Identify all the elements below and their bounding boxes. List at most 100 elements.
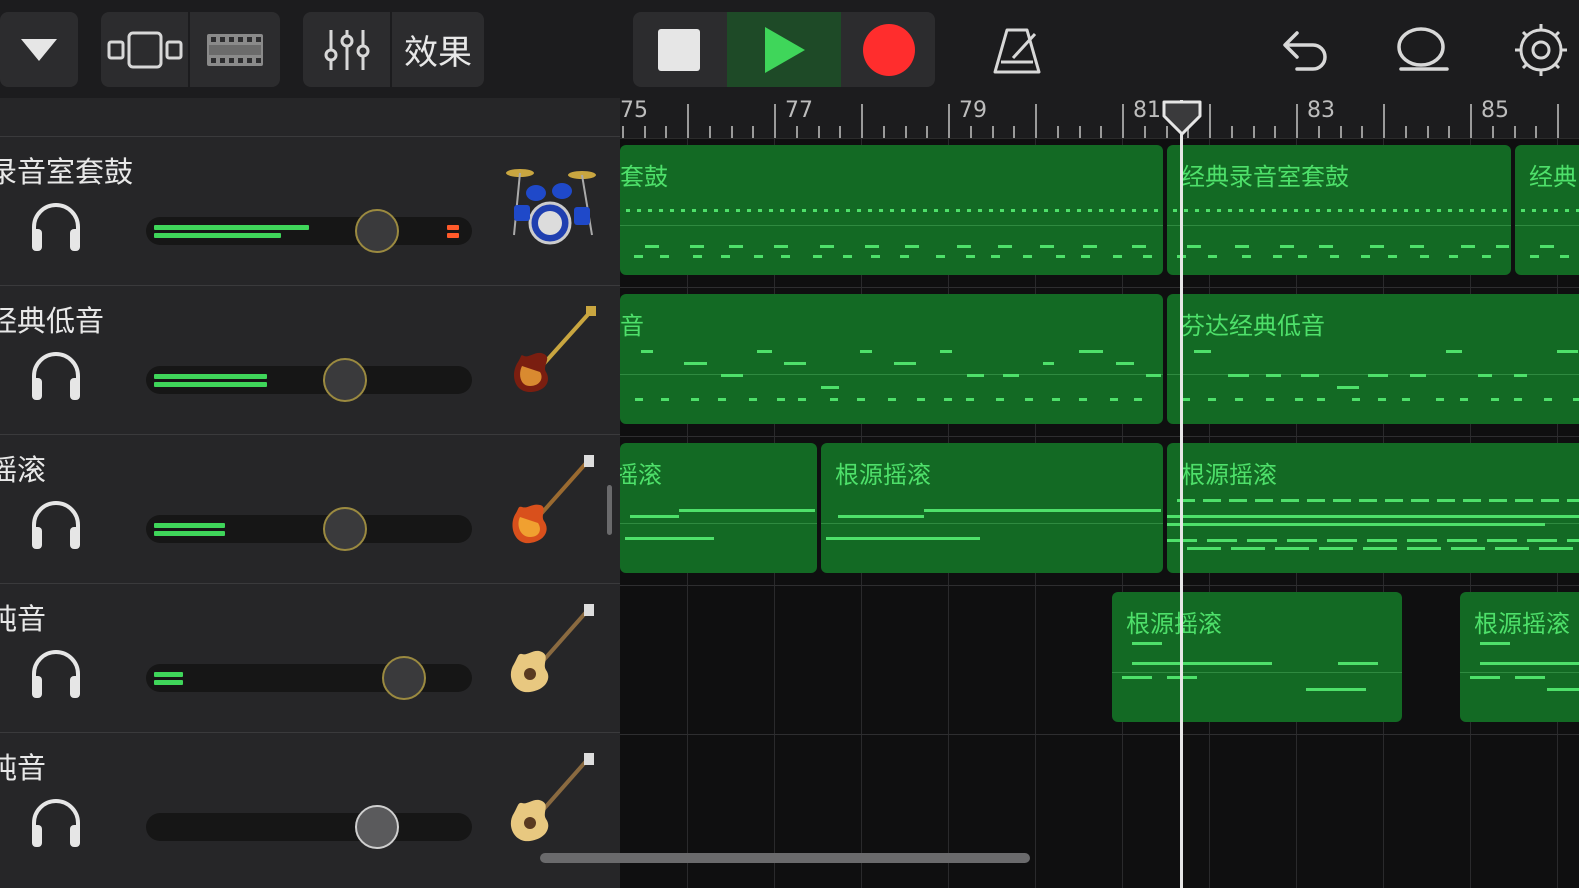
- gear-icon: [1515, 23, 1567, 76]
- metronome-button[interactable]: [982, 12, 1052, 87]
- region[interactable]: 根源摇滚: [821, 443, 1163, 573]
- midi-note: [1567, 539, 1579, 542]
- region[interactable]: 芬达经典低音: [1167, 294, 1579, 424]
- track-header[interactable]: 纯音: [0, 732, 620, 880]
- midi-note: [917, 398, 926, 401]
- mixer-button[interactable]: [303, 12, 390, 87]
- headphones-icon[interactable]: [28, 348, 84, 402]
- region[interactable]: 套鼓: [620, 145, 1163, 275]
- midi-note: [703, 209, 707, 212]
- midi-note: [1401, 398, 1410, 401]
- midi-note: [774, 245, 789, 248]
- region[interactable]: 根源摇滚: [1460, 592, 1579, 722]
- record-button[interactable]: [843, 12, 935, 87]
- level-meter: [154, 225, 309, 230]
- midi-note: [1173, 209, 1177, 212]
- track-header[interactable]: 摇滚: [0, 434, 620, 582]
- tracks-area[interactable]: 套鼓 经典录音室套鼓 经典 音 芬达经典低音 摇滚 根源摇滚 根源摇滚 根源摇滚…: [620, 139, 1579, 888]
- volume-knob[interactable]: [355, 805, 399, 849]
- midi-note: [1316, 209, 1320, 212]
- midi-note: [1470, 676, 1500, 679]
- midi-note: [1167, 515, 1579, 518]
- track-name: 纯音: [0, 602, 47, 636]
- volume-knob[interactable]: [355, 209, 399, 253]
- region[interactable]: 根源摇滚: [1112, 592, 1402, 722]
- midi-note: [1560, 255, 1569, 258]
- region-centerline: [821, 523, 1163, 524]
- dropdown-button[interactable]: [0, 12, 78, 87]
- track-header[interactable]: 纯音: [0, 583, 620, 731]
- metronome-icon: [993, 28, 1041, 73]
- midi-note: [1275, 547, 1309, 550]
- level-meter: [154, 233, 281, 238]
- volume-slider[interactable]: [146, 358, 472, 402]
- midi-note: [1154, 209, 1158, 212]
- midi-note: [1235, 245, 1250, 248]
- volume-slider[interactable]: [146, 656, 472, 700]
- ruler-tick: [1426, 126, 1429, 138]
- midi-note: [1306, 688, 1367, 691]
- volume-knob[interactable]: [382, 656, 426, 700]
- region-label: 根源摇滚: [1181, 461, 1277, 489]
- track-header[interactable]: 录音室套鼓: [0, 136, 620, 284]
- loop-settings-button[interactable]: [1388, 12, 1454, 87]
- midi-note: [625, 537, 714, 540]
- region[interactable]: 经典: [1515, 145, 1579, 275]
- midi-note: [1066, 209, 1070, 212]
- midi-note: [1265, 398, 1274, 401]
- midi-note: [857, 398, 866, 401]
- midi-note: [857, 209, 861, 212]
- midi-note: [1143, 255, 1153, 258]
- midi-note: [860, 350, 872, 353]
- midi-note: [813, 209, 817, 212]
- midi-note: [1146, 374, 1161, 377]
- midi-note: [1445, 350, 1463, 353]
- midi-note: [1167, 523, 1545, 526]
- midi-note: [637, 209, 641, 212]
- midi-note: [691, 398, 700, 401]
- loop-browser-button[interactable]: [190, 12, 280, 87]
- region[interactable]: 根源摇滚: [1167, 443, 1579, 573]
- region[interactable]: 经典录音室套鼓: [1167, 145, 1511, 275]
- settings-button[interactable]: [1503, 12, 1579, 87]
- midi-note: [1115, 362, 1135, 365]
- midi-note: [626, 209, 630, 212]
- horizontal-scroll-indicator[interactable]: [540, 853, 1030, 863]
- track-header[interactable]: 经典低音: [0, 285, 620, 433]
- volume-slider[interactable]: [146, 805, 472, 849]
- playhead-handle-icon[interactable]: [1162, 100, 1202, 136]
- effects-button[interactable]: 效果: [392, 12, 484, 87]
- vertical-scroll-indicator[interactable]: [607, 485, 612, 535]
- volume-knob[interactable]: [323, 507, 367, 551]
- region[interactable]: 摇滚: [620, 443, 817, 573]
- playhead[interactable]: [1180, 100, 1183, 888]
- midi-note: [1261, 209, 1265, 212]
- play-button[interactable]: [727, 12, 841, 87]
- headphones-icon[interactable]: [28, 199, 84, 253]
- midi-note: [754, 255, 764, 258]
- ruler-tick: [1491, 126, 1494, 138]
- region[interactable]: 音: [620, 294, 1163, 424]
- midi-note: [1052, 398, 1061, 401]
- headphones-icon[interactable]: [28, 795, 84, 849]
- volume-slider[interactable]: [146, 507, 472, 551]
- bar-number: 77: [785, 98, 813, 123]
- midi-note: [1437, 209, 1441, 212]
- midi-note: [692, 209, 696, 212]
- stop-button[interactable]: [633, 12, 725, 87]
- timeline-ruler[interactable]: 75 77 79 81 83 85: [620, 98, 1579, 139]
- undo-button[interactable]: [1272, 12, 1338, 87]
- ruler-tick: [817, 126, 820, 138]
- midi-note: [1134, 398, 1143, 401]
- midi-note: [714, 209, 718, 212]
- ruler-tick: [1317, 126, 1320, 138]
- midi-note: [1515, 676, 1545, 679]
- volume-knob[interactable]: [323, 358, 367, 402]
- region-label: 根源摇滚: [835, 461, 931, 489]
- midi-note: [1451, 547, 1485, 550]
- headphones-icon[interactable]: [28, 497, 84, 551]
- headphones-icon[interactable]: [28, 646, 84, 700]
- tracks-view-button[interactable]: [101, 12, 188, 87]
- volume-slider[interactable]: [146, 209, 472, 253]
- midi-note: [1317, 398, 1326, 401]
